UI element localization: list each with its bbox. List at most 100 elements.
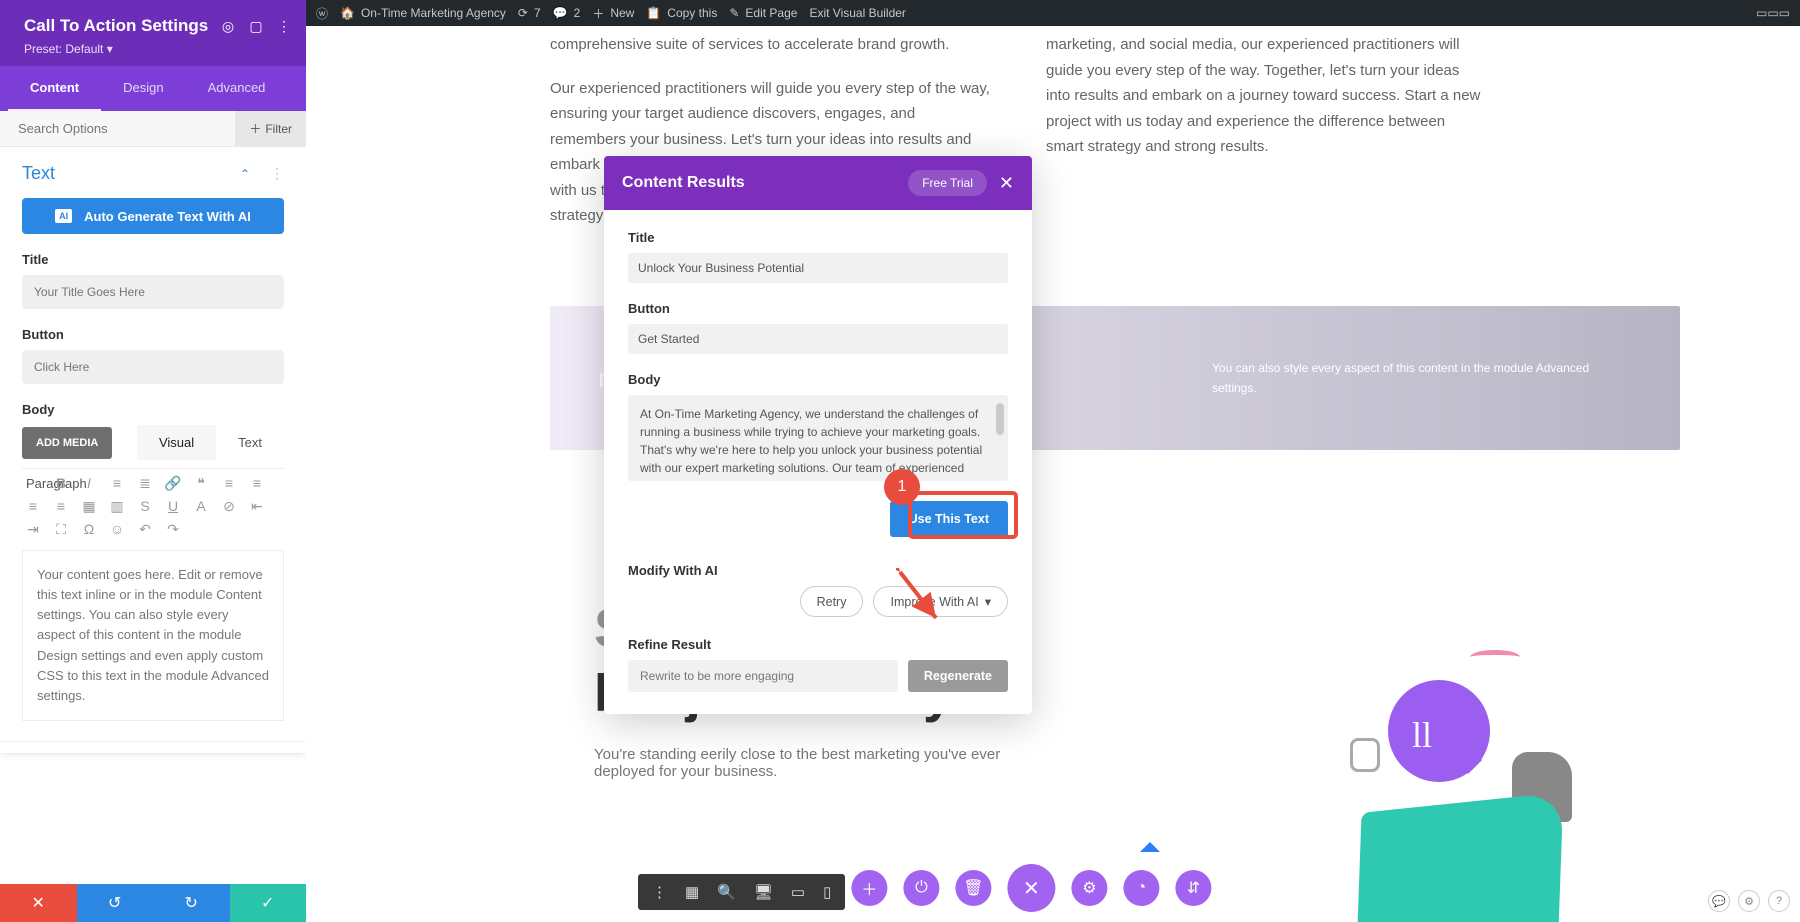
cancel-button[interactable]: ✕	[0, 884, 77, 922]
edit-page-menu[interactable]: ✎ Edit Page	[729, 6, 797, 20]
search-input[interactable]	[0, 111, 235, 146]
scrollbar[interactable]	[996, 403, 1004, 435]
rte-tab-visual[interactable]: Visual	[137, 425, 216, 460]
help-icon[interactable]: ?	[1768, 890, 1790, 912]
modal-body-label: Body	[628, 372, 1008, 387]
special-icon[interactable]: Ω	[78, 521, 100, 538]
sidebar-tabs: Content Design Advanced	[0, 66, 306, 111]
illustration: ll	[1160, 662, 1720, 922]
phone-icon[interactable]: ▯	[823, 883, 831, 901]
responsive-icon[interactable]: ◎	[216, 14, 240, 38]
use-this-text-button[interactable]: Use This Text	[890, 501, 1008, 537]
align-center-icon[interactable]: ≡	[246, 475, 268, 492]
account-area[interactable]: ▭▭▭	[1756, 6, 1790, 20]
section-link[interactable]: Link⌄	[0, 741, 306, 753]
exit-builder[interactable]: Exit Visual Builder	[809, 6, 906, 20]
more-icon[interactable]: ▥	[106, 498, 128, 515]
dots-icon[interactable]: ⋮	[270, 165, 284, 182]
title-input[interactable]	[22, 275, 284, 309]
settings-icon[interactable]: ⚙	[1738, 890, 1760, 912]
modal-title-input[interactable]	[628, 253, 1008, 283]
undo-button[interactable]: ↺	[77, 884, 154, 922]
ol-icon[interactable]: ≣	[134, 475, 156, 492]
align-left-icon[interactable]: ≡	[218, 475, 240, 492]
underline-icon[interactable]: U	[162, 498, 184, 515]
tablet-icon[interactable]: ▭	[791, 883, 805, 901]
squiggle-icon	[1470, 650, 1520, 664]
annotation-badge: 1	[884, 469, 920, 505]
menu-icon[interactable]: ⋮	[652, 883, 667, 901]
kebab-icon[interactable]: ⋮	[272, 14, 296, 38]
wp-logo-icon[interactable]: ⓦ	[316, 5, 328, 22]
paragraph-dropdown[interactable]: Paragraph ▾	[22, 475, 44, 492]
textcolor-icon[interactable]: A	[190, 498, 212, 515]
indent-out-icon[interactable]: ⇤	[246, 498, 268, 515]
rte-tab-text[interactable]: Text	[216, 425, 284, 460]
zoom-icon[interactable]: 🔍	[717, 883, 736, 901]
intro-right: marketing, and social media, our experie…	[1046, 32, 1486, 229]
add-icon[interactable]: ＋	[851, 870, 887, 906]
modal-button-label: Button	[628, 301, 1008, 316]
clear-icon[interactable]: ⊘	[218, 498, 240, 515]
align-justify-icon[interactable]: ≡	[50, 498, 72, 515]
copy-menu[interactable]: 📋 Copy this	[646, 6, 717, 20]
fullscreen-icon[interactable]: ⛶	[50, 521, 72, 538]
site-menu[interactable]: 🏠 On-Time Marketing Agency	[340, 6, 506, 20]
comments-menu[interactable]: 💬 2	[553, 6, 581, 20]
builder-action-bar: ＋ ⏻ 🗑 ✕ ⚙ ◔ ⇵	[851, 864, 1211, 912]
link-icon[interactable]: 🔗	[162, 475, 184, 492]
updates-menu[interactable]: ⟳ 7	[518, 6, 541, 20]
italic-icon[interactable]: I	[78, 475, 100, 492]
tab-advanced[interactable]: Advanced	[186, 66, 288, 111]
power-icon[interactable]: ⏻	[903, 870, 939, 906]
desktop-icon[interactable]: 🖥	[754, 883, 773, 901]
modal-title: Content Results	[622, 174, 745, 192]
tab-content[interactable]: Content	[8, 66, 101, 112]
table-icon[interactable]: ▦	[78, 498, 100, 515]
modal-button-input[interactable]	[628, 324, 1008, 354]
strike-icon[interactable]: S	[134, 498, 156, 515]
refine-result-label: Refine Result	[628, 637, 1008, 652]
gear-icon[interactable]: ⚙	[1071, 870, 1107, 906]
redo-icon[interactable]: ↷	[162, 521, 184, 538]
emoji-icon[interactable]: ☺	[106, 521, 128, 538]
free-trial-badge[interactable]: Free Trial	[908, 170, 987, 196]
close-big-icon[interactable]: ✕	[1007, 864, 1055, 912]
regenerate-button[interactable]: Regenerate	[908, 660, 1008, 692]
trash-icon[interactable]: 🗑	[955, 870, 991, 906]
sidebar-body: Text ⌃⋮ AI Auto Generate Text With AI Ti…	[0, 147, 306, 753]
preset-label[interactable]: Preset: Default ▾	[24, 42, 282, 56]
thumbs-up-icon	[1350, 738, 1380, 772]
chat-icon[interactable]: 💬	[1708, 890, 1730, 912]
hero-subtext: You can also style every aspect of this …	[1212, 358, 1632, 399]
clock-icon[interactable]: ◔	[1123, 870, 1159, 906]
redo-button[interactable]: ↻	[153, 884, 230, 922]
filter-button[interactable]: ＋ Filter	[235, 111, 306, 146]
indent-in-icon[interactable]: ⇥	[22, 521, 44, 538]
grid-icon[interactable]: ▦	[685, 883, 699, 901]
auto-generate-ai-button[interactable]: AI Auto Generate Text With AI	[22, 198, 284, 234]
wp-admin-bar: ⓦ 🏠 On-Time Marketing Agency ⟳ 7 💬 2 ＋ N…	[306, 0, 1800, 26]
close-icon[interactable]: ✕	[999, 173, 1014, 194]
ul-icon[interactable]: ≡	[106, 475, 128, 492]
modal-body-textarea[interactable]: At On-Time Marketing Agency, we understa…	[628, 395, 1008, 481]
section-text[interactable]: Text ⌃⋮	[0, 147, 306, 192]
save-button[interactable]: ✓	[230, 884, 307, 922]
columns-icon[interactable]: ▢	[244, 14, 268, 38]
new-menu[interactable]: ＋ New	[592, 5, 634, 22]
tab-design[interactable]: Design	[101, 66, 185, 111]
rte-content[interactable]: Your content goes here. Edit or remove t…	[22, 550, 284, 721]
settings-sidebar: Call To Action Settings Preset: Default …	[0, 0, 306, 753]
retry-button[interactable]: Retry	[800, 586, 864, 617]
swap-icon[interactable]: ⇵	[1175, 870, 1211, 906]
page-canvas: comprehensive suite of services to accel…	[306, 26, 1800, 922]
quote-icon[interactable]: ❝	[190, 475, 212, 492]
align-right-icon[interactable]: ≡	[22, 498, 44, 515]
bold-icon[interactable]: B	[50, 475, 72, 492]
refine-input[interactable]	[628, 660, 898, 692]
improve-with-ai-button[interactable]: Improve With AI ▾	[873, 586, 1008, 617]
content-results-modal: Content Results Free Trial ✕ Title Butto…	[604, 156, 1032, 714]
add-media-button[interactable]: ADD MEDIA	[22, 427, 112, 459]
undo-icon[interactable]: ↶	[134, 521, 156, 538]
button-input[interactable]	[22, 350, 284, 384]
